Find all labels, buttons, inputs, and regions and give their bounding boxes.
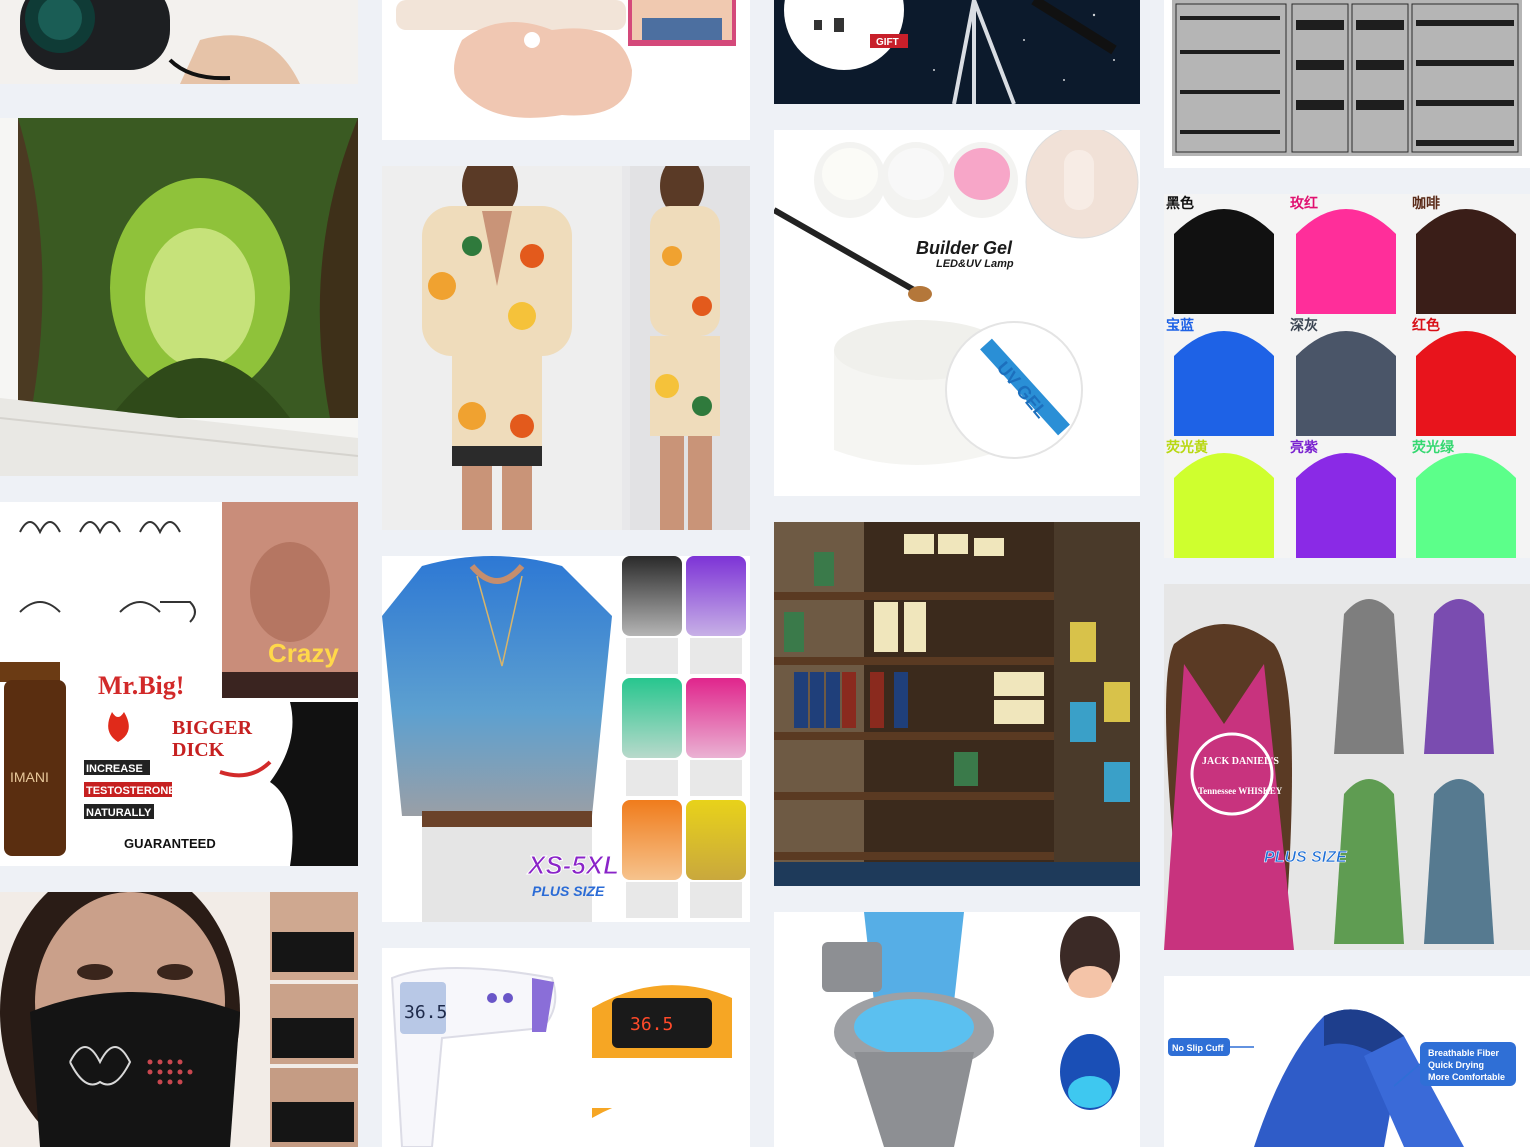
tank-dress-image: JACK DANIEL'S Tennessee WHISKEY PLUS SIZ… bbox=[1164, 584, 1530, 950]
product-column-2: XS-5XL PLUS SIZE 36.5 36.5 bbox=[382, 0, 750, 1147]
product-card-monocular[interactable] bbox=[0, 0, 358, 84]
product-card-toilet-light[interactable] bbox=[774, 912, 1140, 1147]
product-card-thermometer-oximeter[interactable]: 36.5 36.5 bbox=[382, 948, 750, 1147]
beanie-label-neon-yellow: 荧光黄 bbox=[1166, 439, 1208, 455]
socks-callout-2-line1: Breathable Fiber bbox=[1428, 1048, 1500, 1058]
floral-romper-image bbox=[382, 166, 750, 530]
supplement-line2: DICK bbox=[172, 739, 225, 761]
product-card-nail-stickers[interactable] bbox=[1164, 0, 1530, 168]
product-column-1: Crazy IMANI Mr.Big! BIGGER DICK INCREASE… bbox=[0, 0, 358, 1147]
nail-stickers-image bbox=[1164, 0, 1530, 168]
supplement-tag3: NATURALLY bbox=[86, 807, 152, 819]
product-card-tank-dress[interactable]: JACK DANIEL'S Tennessee WHISKEY PLUS SIZ… bbox=[1164, 584, 1530, 950]
product-card-floral-romper[interactable] bbox=[382, 166, 750, 530]
beanie-label-black: 黑色 bbox=[1166, 195, 1194, 211]
product-column-3: GIFT Builder Gel LED&UV Lamp UV GEL bbox=[774, 0, 1140, 1147]
product-card-slimming-patch[interactable] bbox=[382, 0, 750, 140]
supplement-tag2: TESTOSTERONE bbox=[86, 785, 176, 797]
product-card-gradient-top[interactable]: XS-5XL PLUS SIZE bbox=[382, 556, 750, 922]
product-card-beanies[interactable]: 黑色 玫红 咖啡 宝蓝 深灰 红色 荧光黄 亮紫 荧光绿 bbox=[1164, 194, 1530, 558]
forest-tapestry-image bbox=[0, 118, 358, 476]
card-shop-image bbox=[774, 522, 1140, 886]
product-card-card-shop[interactable] bbox=[774, 522, 1140, 886]
supplement-title: Mr.Big! bbox=[98, 671, 184, 700]
tank-dress-print-1: JACK DANIEL'S bbox=[1202, 756, 1279, 767]
product-card-forest-tapestry[interactable] bbox=[0, 118, 358, 476]
product-card-supplement[interactable]: Crazy IMANI Mr.Big! BIGGER DICK INCREASE… bbox=[0, 502, 358, 866]
toilet-light-image bbox=[774, 912, 1140, 1147]
socks-callout-2-line2: Quick Drying bbox=[1428, 1060, 1484, 1070]
tank-dress-plus-size: PLUS SIZE bbox=[1264, 849, 1348, 866]
beanie-label-rose: 玫红 bbox=[1290, 195, 1318, 211]
rhinestone-mask-image bbox=[0, 892, 358, 1147]
beanie-label-neon-green: 荧光绿 bbox=[1412, 439, 1455, 455]
builder-gel-subtitle: LED&UV Lamp bbox=[936, 258, 1014, 270]
product-card-rhinestone-mask[interactable] bbox=[0, 892, 358, 1147]
gradient-top-image: XS-5XL PLUS SIZE bbox=[382, 556, 750, 922]
product-card-builder-gel[interactable]: Builder Gel LED&UV Lamp UV GEL bbox=[774, 130, 1140, 496]
supplement-footer: GUARANTEED bbox=[124, 836, 216, 851]
telescope-gift-badge: GIFT bbox=[876, 37, 899, 48]
socks-callout-1: No Slip Cuff bbox=[1172, 1043, 1224, 1053]
beanie-label-bright-purple: 亮紫 bbox=[1290, 439, 1318, 455]
gradient-top-size: XS-5XL bbox=[526, 850, 619, 880]
socks-callout-2-line3: More Comfortable bbox=[1428, 1072, 1505, 1082]
monocular-image bbox=[0, 0, 358, 84]
supplement-bottle-brand: IMANI bbox=[10, 769, 49, 785]
builder-gel-title: Builder Gel bbox=[916, 238, 1013, 258]
oximeter-reading: 36.5 bbox=[630, 1014, 673, 1035]
product-card-compression-socks[interactable]: No Slip Cuff Breathable Fiber Quick Dryi… bbox=[1164, 976, 1530, 1147]
beanie-label-dark-gray: 深灰 bbox=[1290, 317, 1318, 333]
slimming-patch-image bbox=[382, 0, 750, 140]
product-column-4: 黑色 玫红 咖啡 宝蓝 深灰 红色 荧光黄 亮紫 荧光绿 JACK DANIEL… bbox=[1164, 0, 1530, 1147]
builder-gel-image: Builder Gel LED&UV Lamp UV GEL bbox=[774, 130, 1140, 496]
compression-socks-image: No Slip Cuff Breathable Fiber Quick Dryi… bbox=[1164, 976, 1530, 1147]
telescope-image: GIFT bbox=[774, 0, 1140, 104]
beanie-label-red: 红色 bbox=[1412, 317, 1440, 333]
supplement-bubble-text: Crazy bbox=[268, 638, 339, 668]
thermometer-reading-1: 36.5 bbox=[404, 1002, 447, 1023]
product-card-telescope[interactable]: GIFT bbox=[774, 0, 1140, 104]
beanie-label-coffee: 咖啡 bbox=[1412, 195, 1440, 211]
gradient-top-plus: PLUS SIZE bbox=[532, 883, 605, 899]
supplement-tag1: INCREASE bbox=[86, 763, 143, 775]
tank-dress-print-2: Tennessee WHISKEY bbox=[1198, 786, 1283, 796]
thermometer-oximeter-image: 36.5 36.5 bbox=[382, 948, 750, 1147]
beanies-image: 黑色 玫红 咖啡 宝蓝 深灰 红色 荧光黄 亮紫 荧光绿 bbox=[1164, 194, 1530, 558]
beanie-label-royal-blue: 宝蓝 bbox=[1166, 317, 1194, 333]
supplement-ad-image: Crazy IMANI Mr.Big! BIGGER DICK INCREASE… bbox=[0, 502, 358, 866]
supplement-line1: BIGGER bbox=[172, 717, 253, 739]
